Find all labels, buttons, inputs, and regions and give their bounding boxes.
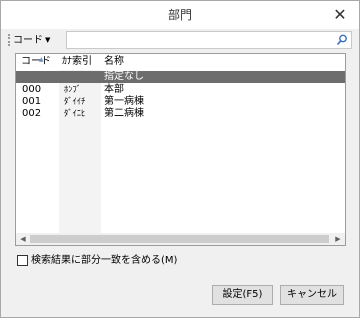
list-item[interactable]: 001 ﾀﾞｲｲﾁ 第一病棟 [16, 96, 345, 108]
list-item[interactable]: 002 ﾀﾞｲﾆﾋ 第二病棟 [16, 108, 345, 120]
row-kana: ﾀﾞｲﾆﾋ [64, 109, 86, 119]
column-header-code[interactable]: コード ▲ [21, 56, 51, 68]
sort-up-icon: ▲ [39, 56, 44, 63]
row-kana: ﾎﾝﾌﾞ [64, 85, 82, 95]
scroll-left-icon[interactable]: ◀ [17, 234, 29, 244]
ok-button[interactable]: 設定(F5) [212, 285, 273, 305]
partial-match-label[interactable]: 検索結果に部分一致を含める(M) [31, 254, 177, 267]
row-code: 002 [22, 108, 42, 119]
chevron-down-icon: ▼ [45, 36, 51, 44]
row-name: 本部 [104, 84, 124, 95]
search-toolbar: コード ▼ [8, 31, 352, 49]
row-name: 指定なし [104, 71, 144, 82]
title-bar: 部門 ✕ [1, 1, 359, 29]
scrollbar-thumb[interactable] [30, 235, 329, 243]
department-list[interactable]: コード ▲ ｶﾅ索引 名称 指定なし 000 ﾎﾝﾌﾞ 本部 001 ﾀﾞｲｲﾁ… [15, 53, 346, 246]
row-code: 001 [22, 96, 42, 107]
window-title: 部門 [167, 8, 192, 22]
scroll-right-icon[interactable]: ▶ [332, 234, 344, 244]
list-item[interactable]: 000 ﾎﾝﾌﾞ 本部 [16, 84, 345, 96]
dialog-window: 部門 ✕ コード ▼ コード ▲ ｶﾅ索引 名称 指定なし 000 ﾎﾝﾌﾞ 本… [0, 0, 360, 318]
search-field-dropdown[interactable]: コード ▼ [13, 32, 50, 48]
horizontal-scrollbar[interactable]: ◀ ▶ [16, 233, 345, 245]
close-button[interactable]: ✕ [329, 5, 351, 25]
row-name: 第二病棟 [104, 108, 144, 119]
search-icon[interactable] [335, 33, 349, 47]
search-input[interactable] [66, 31, 352, 49]
partial-match-checkbox[interactable] [17, 255, 28, 266]
row-kana: ﾀﾞｲｲﾁ [64, 97, 86, 107]
search-field-label: コード [13, 35, 43, 46]
column-header-kana[interactable]: ｶﾅ索引 [62, 56, 92, 68]
list-item[interactable]: 指定なし [16, 71, 345, 83]
toolbar-grip[interactable] [8, 34, 10, 46]
list-header: コード ▲ ｶﾅ索引 名称 [16, 54, 345, 70]
column-header-name[interactable]: 名称 [104, 56, 124, 68]
row-code: 000 [22, 84, 42, 95]
cancel-button[interactable]: キャンセル [280, 285, 344, 305]
row-name: 第一病棟 [104, 96, 144, 107]
